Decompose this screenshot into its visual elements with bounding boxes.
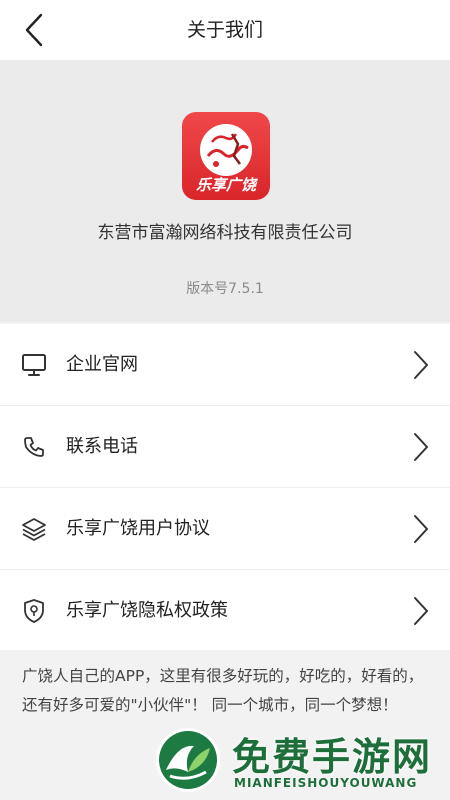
menu-item-label: 企业官网 <box>66 354 138 375</box>
menu-item-label: 乐享广饶隐私权政策 <box>66 600 228 621</box>
page-title: 关于我们 <box>186 19 263 41</box>
watermark-title: 免费手游网 <box>232 735 433 779</box>
app-logo: 乐享广饶 <box>182 112 270 200</box>
version-label: 版本号7.5.1 <box>186 281 264 297</box>
chevron-right-icon <box>414 515 428 543</box>
menu-list: 企业官网 联系电话 乐享广饶用户协议 乐享广饶隐私权政策 <box>0 324 450 652</box>
company-name: 东营市富瀚网络科技有限责任公司 <box>97 223 353 243</box>
site-watermark: 免费手游网 MIANFEISHOUYOUWANG <box>150 724 450 800</box>
watermark-subtitle: MIANFEISHOUYOUWANG <box>234 776 418 790</box>
top-bar: 关于我们 <box>0 0 450 60</box>
monitor-icon <box>20 351 48 379</box>
chevron-right-icon <box>414 433 428 461</box>
chevron-right-icon <box>414 597 428 625</box>
menu-item-user-agreement[interactable]: 乐享广饶用户协议 <box>0 488 450 570</box>
watermark-logo-icon <box>156 728 220 792</box>
layers-icon <box>20 515 48 543</box>
about-header: 乐享广饶 东营市富瀚网络科技有限责任公司 版本号7.5.1 <box>0 60 450 322</box>
shield-icon <box>20 597 48 625</box>
svg-text:乐享广饶: 乐享广饶 <box>196 176 258 194</box>
app-description: 广饶人自己的APP，这里有很多好玩的，好吃的，好看的，还有好多可爱的"小伙伴"！… <box>22 667 424 714</box>
chevron-right-icon <box>414 351 428 379</box>
menu-item-label: 乐享广饶用户协议 <box>66 518 210 539</box>
menu-item-label: 联系电话 <box>66 436 138 457</box>
menu-item-privacy-policy[interactable]: 乐享广饶隐私权政策 <box>0 570 450 652</box>
phone-icon <box>20 433 48 461</box>
menu-item-website[interactable]: 企业官网 <box>0 324 450 406</box>
menu-item-phone[interactable]: 联系电话 <box>0 406 450 488</box>
